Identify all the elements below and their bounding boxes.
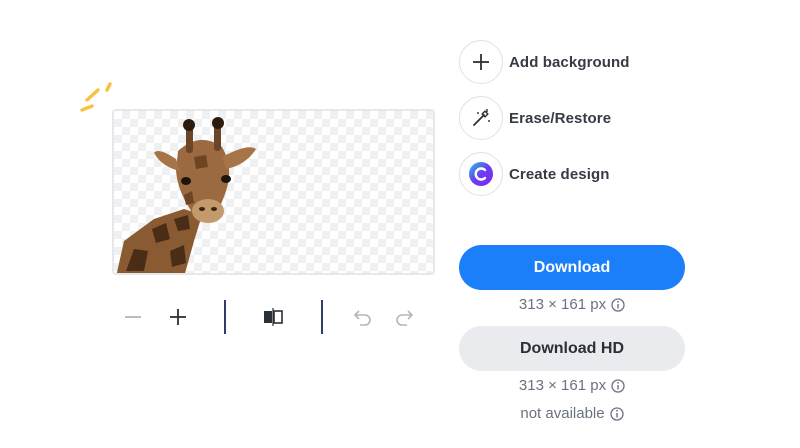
info-icon[interactable]: [611, 378, 625, 393]
redo-icon: [396, 310, 414, 326]
add-background-button[interactable]: Add background: [459, 40, 630, 84]
download-hd-availability: not available: [520, 405, 605, 422]
zoom-out-icon: [125, 316, 141, 318]
download-size-row: 313 × 161 px: [459, 296, 685, 313]
magic-wand-icon: [473, 109, 490, 126]
create-design-circle: [459, 152, 503, 196]
download-hd-size-row: 313 × 161 px: [459, 377, 685, 394]
undo-icon: [353, 310, 371, 326]
erase-restore-circle: [459, 96, 503, 140]
download-hd-availability-row: not available: [459, 405, 685, 422]
toolbar-divider: [321, 300, 323, 334]
download-button[interactable]: Download: [459, 245, 685, 290]
zoom-in-button[interactable]: [165, 304, 191, 330]
erase-restore-label: Erase/Restore: [509, 109, 612, 127]
zoom-out-button[interactable]: [120, 304, 146, 330]
flip-icon: [264, 308, 283, 326]
toolbar-divider: [224, 300, 226, 334]
download-hd-button[interactable]: Download HD: [459, 326, 685, 371]
plus-icon: [473, 54, 489, 70]
add-background-circle: [459, 40, 503, 84]
redo-button[interactable]: [392, 304, 418, 330]
create-design-label: Create design: [509, 165, 610, 183]
preview-toolbar: [118, 296, 428, 338]
zoom-in-icon: [170, 309, 186, 325]
undo-button[interactable]: [349, 304, 375, 330]
flip-button[interactable]: [260, 304, 286, 330]
erase-restore-button[interactable]: Erase/Restore: [459, 96, 611, 140]
info-icon[interactable]: [609, 406, 624, 421]
add-background-label: Add background: [509, 53, 630, 71]
create-design-button[interactable]: Create design: [459, 152, 610, 196]
download-hd-size: 313 × 161 px: [518, 377, 607, 394]
download-size: 313 × 161 px: [518, 296, 607, 313]
canva-logo-icon: [469, 162, 493, 186]
info-icon[interactable]: [611, 297, 625, 312]
image-preview: [112, 109, 435, 275]
giraffe-image: [116, 117, 256, 273]
